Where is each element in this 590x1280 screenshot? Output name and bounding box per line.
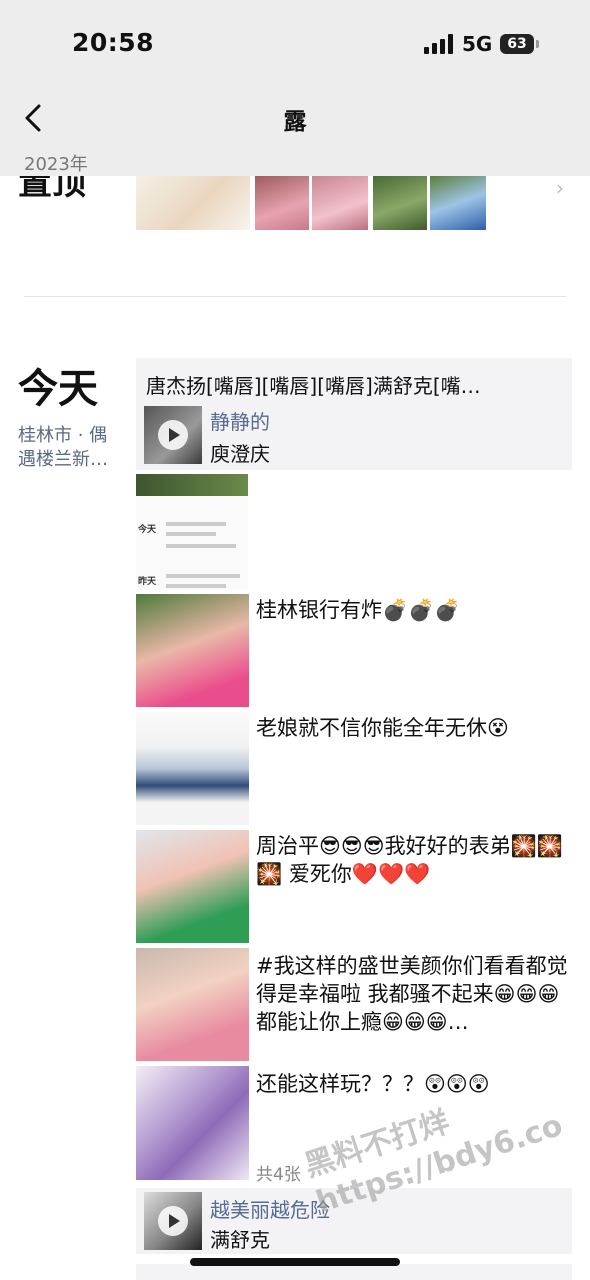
battery-icon: 63	[500, 34, 534, 54]
post-thumb-2[interactable]	[136, 712, 249, 825]
status-bar: 20:58 5G 63	[0, 0, 590, 88]
post-text-4: #我这样的盛世美颜你们看看都觉得是幸福啦 我都骚不起来😁😁😁 都能让你上瘾😁😁😁…	[256, 954, 568, 1034]
divider	[24, 296, 566, 297]
photo-count: 共4张	[256, 1165, 301, 1185]
year-label: 2023年	[24, 154, 88, 175]
page-title: 露	[283, 109, 307, 135]
shared-card-2-subtitle: 满舒克	[210, 1228, 270, 1252]
shared-card-subtitle: 庾澄庆	[210, 442, 270, 466]
next-card-partial[interactable]	[136, 1264, 572, 1280]
battery-tip	[536, 40, 539, 48]
location-text[interactable]: 桂林市 · 偶遇楼兰新…	[18, 424, 124, 472]
shared-video-card[interactable]: 唐杰扬[嘴唇][嘴唇][嘴唇]满舒克[嘴… 静静的 庾澄庆	[136, 358, 572, 470]
screenshot-line	[166, 574, 240, 578]
signal-icon	[424, 34, 454, 54]
pinned-thumb-2[interactable]	[255, 176, 309, 230]
shared-card-2-author: 越美丽越危险	[210, 1198, 330, 1222]
pinned-thumb-4[interactable]	[373, 176, 427, 230]
play-icon	[158, 420, 188, 450]
screenshot-line	[166, 584, 226, 588]
post-text-3: 周治平😎😎😎我好好的表弟🎇🎇🎇 爱死你❤️❤️❤️	[256, 834, 563, 886]
pinned-thumb-3[interactable]	[312, 176, 368, 230]
nav-bar: 露	[0, 88, 590, 150]
network-type: 5G	[462, 32, 493, 56]
pinned-thumb-1[interactable]	[136, 176, 250, 230]
post-text-1: 桂林银行有炸💣💣💣	[256, 598, 461, 622]
shared-card-author: 静静的	[210, 410, 270, 434]
screenshot-line	[166, 522, 226, 526]
year-header: 2023年	[0, 150, 590, 176]
play-icon	[158, 1206, 188, 1236]
screenshot-post-thumb[interactable]: 今天 昨天	[136, 474, 248, 590]
home-indicator[interactable]	[190, 1258, 400, 1266]
screenshot-banner	[136, 474, 248, 496]
post-thumb-1[interactable]	[136, 594, 249, 707]
screenshot-today-label: 今天	[138, 525, 157, 535]
pinned-thumb-5[interactable]	[430, 176, 486, 230]
status-time: 20:58	[72, 28, 155, 57]
day-label: 今天	[18, 366, 98, 412]
chevron-right-icon: ›	[556, 176, 564, 200]
post-thumb-3[interactable]	[136, 830, 249, 943]
pinned-label-text: 置顶	[18, 176, 86, 203]
video-thumbnail-2	[144, 1192, 202, 1250]
post-thumb-4[interactable]	[136, 948, 249, 1061]
post-text-2: 老娘就不信你能全年无休😵	[256, 716, 509, 740]
shared-card-text: 唐杰扬[嘴唇][嘴唇][嘴唇]满舒克[嘴…	[146, 374, 481, 398]
pinned-label: 置顶	[18, 176, 86, 210]
video-thumbnail	[144, 406, 202, 464]
screenshot-line	[166, 532, 216, 536]
post-thumb-5[interactable]	[136, 1066, 249, 1180]
screenshot-line	[166, 544, 236, 548]
screenshot-yesterday-label: 昨天	[138, 577, 157, 587]
